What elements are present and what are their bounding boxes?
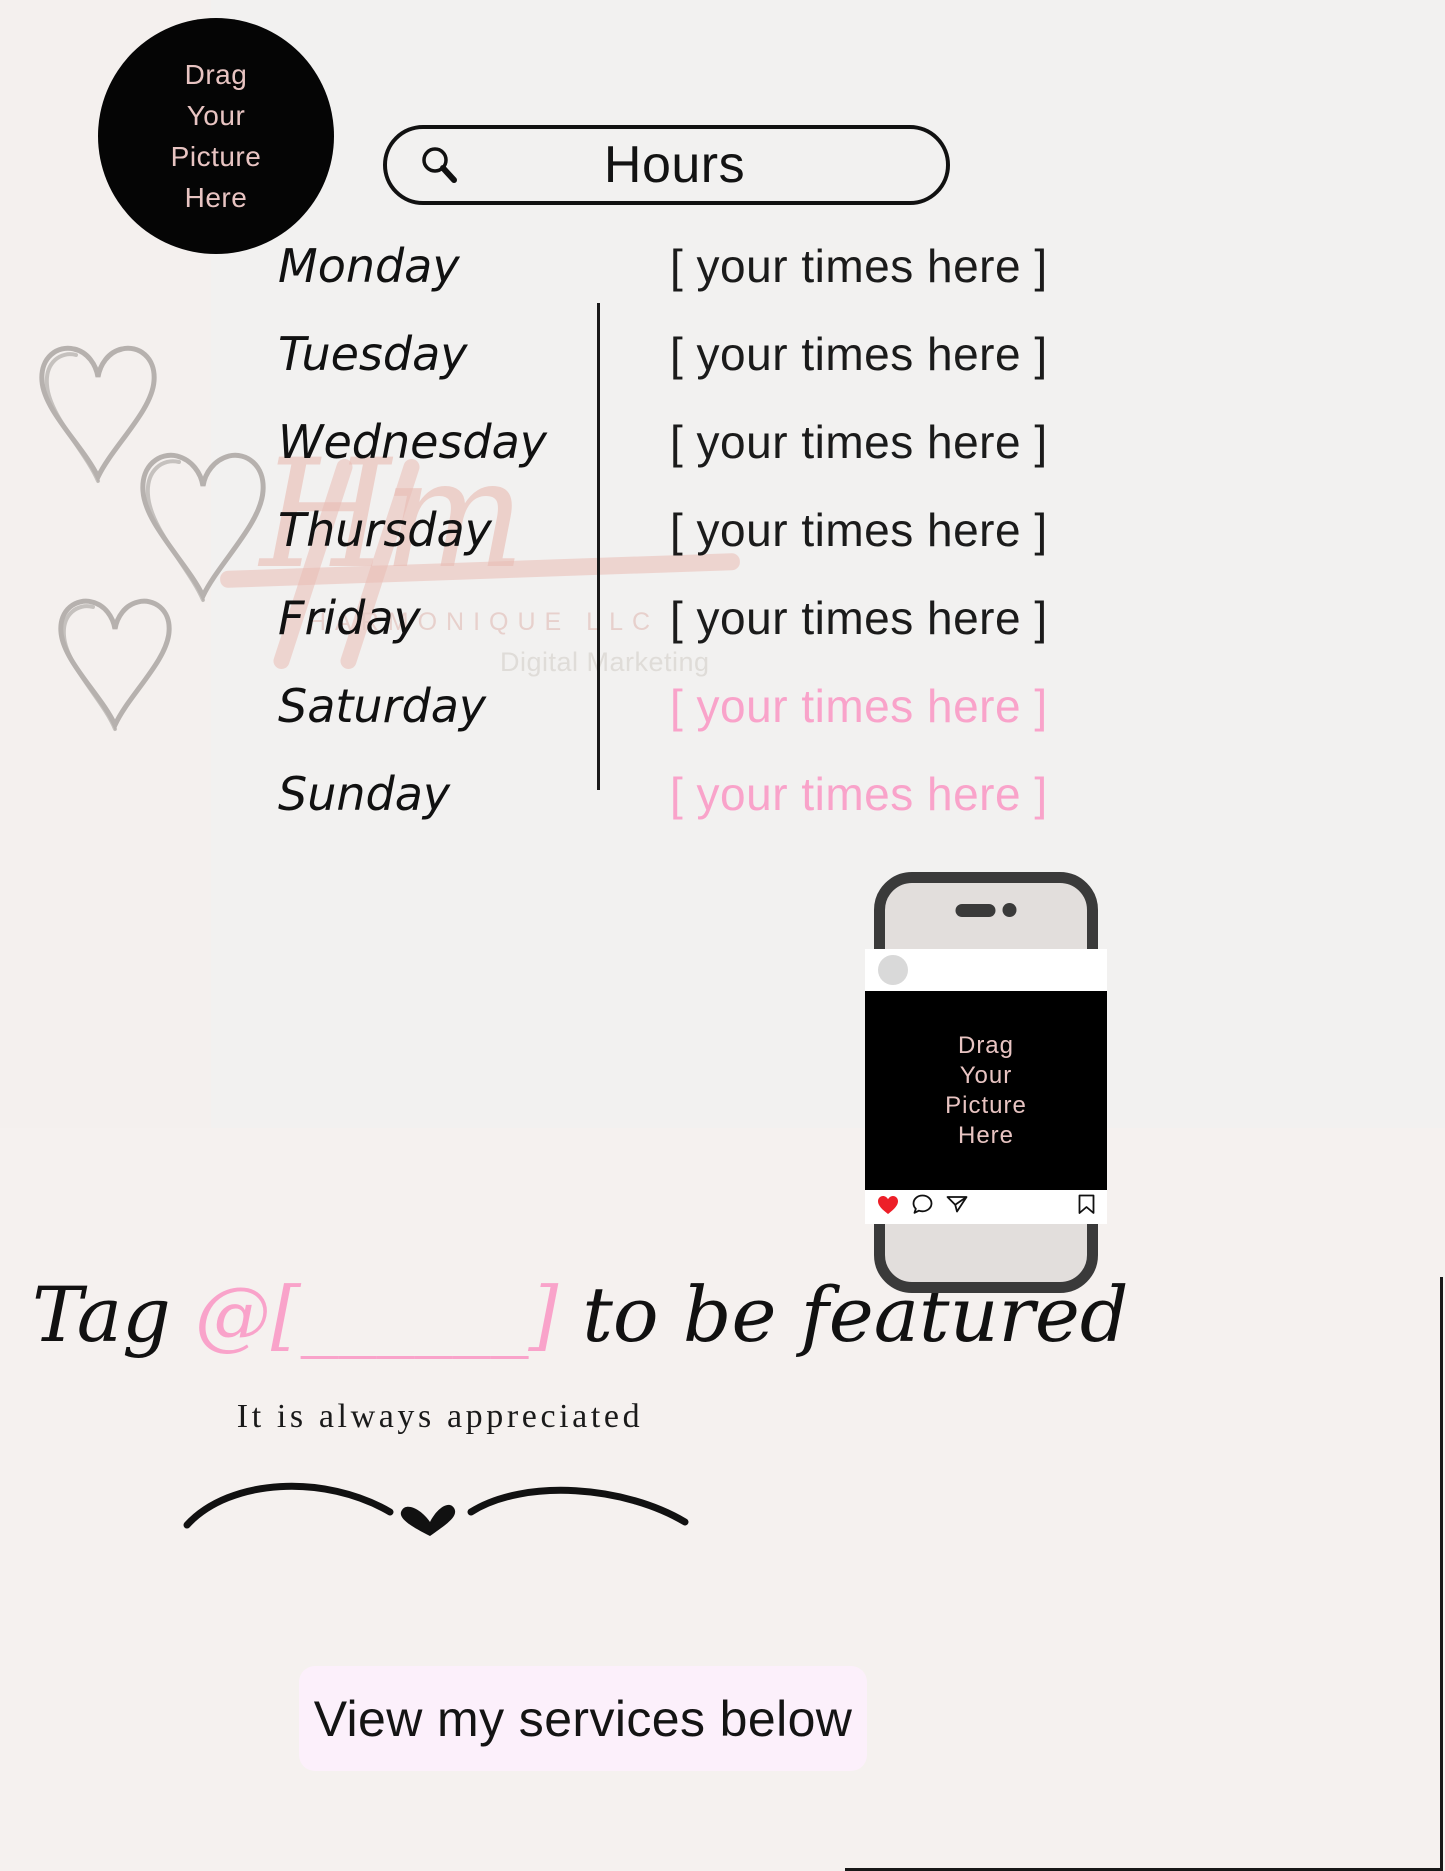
search-icon [417, 143, 461, 187]
share-icon[interactable] [946, 1194, 968, 1220]
tag-prefix: Tag [32, 1270, 195, 1359]
time-value[interactable]: [ your times here ] [670, 595, 1140, 641]
phone-post-line-4: Here [957, 1121, 1015, 1149]
time-value[interactable]: [ your times here ] [670, 331, 1140, 377]
search-title: Hours [603, 136, 746, 194]
bookmark-icon[interactable] [1078, 1194, 1095, 1220]
dynamic-island [955, 903, 1017, 917]
day-label: Friday [278, 591, 421, 645]
profile-picture-placeholder[interactable]: Drag Your Picture Here [98, 18, 334, 254]
view-services-button[interactable]: View my services below [299, 1666, 867, 1771]
appreciation-note: It is always appreciated [236, 1398, 644, 1435]
phone-post-line-2: Your [959, 1061, 1013, 1089]
table-row: Friday [ your times here ] [0, 595, 1445, 683]
time-value[interactable]: [ your times here ] [670, 243, 1140, 289]
table-row: Monday [ your times here ] [0, 243, 1445, 331]
table-row: Wednesday [ your times here ] [0, 419, 1445, 507]
avatar-line-3: Picture [170, 141, 262, 172]
time-value[interactable]: [ your times here ] [670, 771, 1140, 817]
day-label: Tuesday [278, 327, 468, 381]
avatar-line-2: Your [186, 100, 246, 131]
day-label: Wednesday [278, 415, 548, 469]
day-label: Thursday [278, 503, 492, 557]
table-row: Thursday [ your times here ] [0, 507, 1445, 595]
decorative-divider [175, 1470, 695, 1560]
avatar-line-4: Here [184, 182, 248, 213]
instagram-photo-placeholder[interactable]: Drag Your Picture Here [865, 991, 1107, 1190]
poster-canvas: Hm HARMONIQUE LLC Digital Marketing Drag… [0, 0, 1445, 1871]
dynamic-island-pill [955, 903, 996, 917]
time-value[interactable]: [ your times here ] [670, 419, 1140, 465]
view-services-label: View my services below [313, 1690, 853, 1747]
table-row: Saturday [ your times here ] [0, 683, 1445, 771]
phone-post-line-1: Drag [957, 1031, 1015, 1059]
time-value[interactable]: [ your times here ] [670, 507, 1140, 553]
avatar-line-1: Drag [184, 59, 248, 90]
hours-table: Monday [ your times here ] Tuesday [ you… [0, 243, 1445, 883]
instagram-post-header [865, 949, 1107, 991]
day-label: Monday [278, 239, 460, 293]
heart-icon[interactable] [877, 1195, 899, 1220]
tag-handle-placeholder[interactable]: @[______] [195, 1270, 558, 1359]
search-bar[interactable]: Hours [383, 125, 950, 205]
phone-mockup: Drag Your Picture Here [865, 872, 1107, 1293]
table-row: Tuesday [ your times here ] [0, 331, 1445, 419]
table-row: Sunday [ your times here ] [0, 771, 1445, 859]
avatar [878, 955, 908, 985]
front-camera-dot [1002, 903, 1017, 917]
time-value[interactable]: [ your times here ] [670, 683, 1140, 729]
day-label: Saturday [278, 679, 487, 733]
day-label: Sunday [278, 767, 451, 821]
tag-callout: Tag @[______] to be featured [32, 1260, 1129, 1370]
instagram-action-bar [865, 1190, 1107, 1224]
phone-post-line-3: Picture [945, 1091, 1027, 1119]
instagram-post-card: Drag Your Picture Here [865, 949, 1107, 1224]
comment-icon[interactable] [912, 1194, 933, 1220]
